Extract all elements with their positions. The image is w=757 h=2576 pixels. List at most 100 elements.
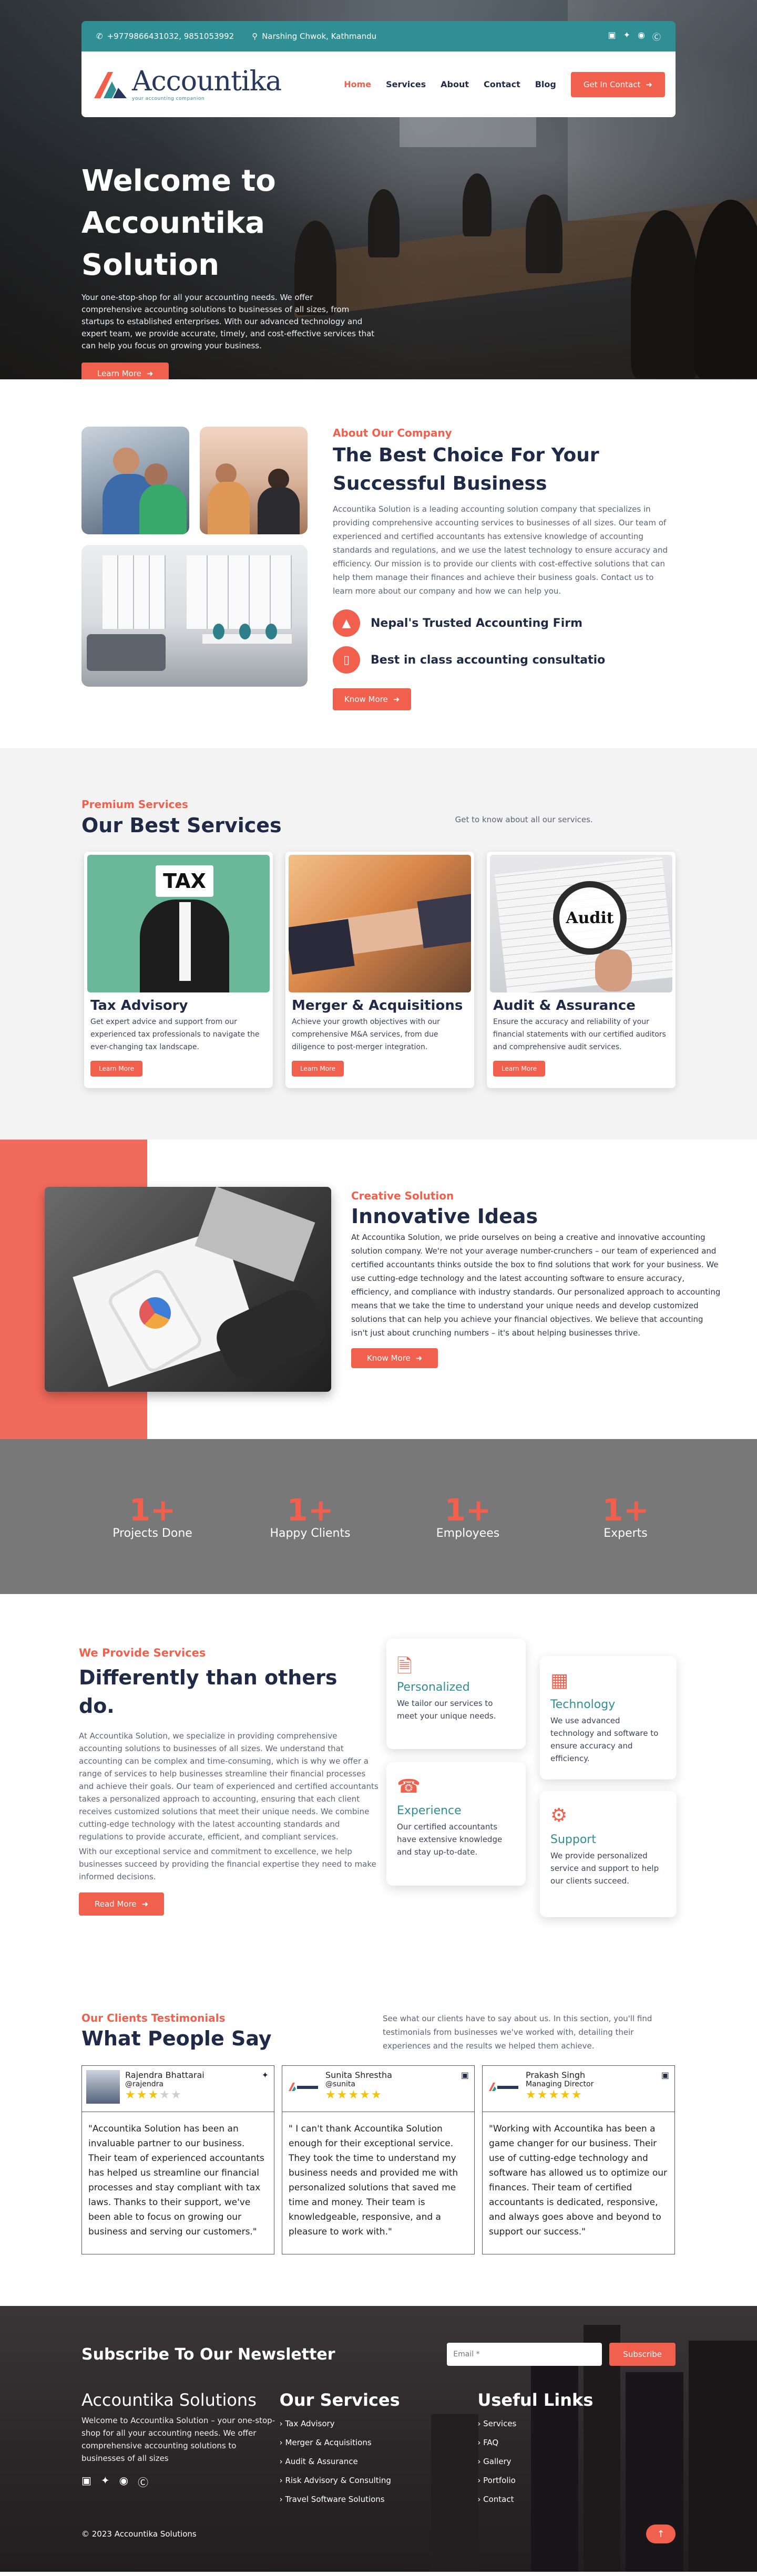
get-in-contact-button[interactable]: Get In Contact ➜ xyxy=(570,71,665,97)
avatar xyxy=(287,2070,320,2104)
star-rating: ★★★★★ xyxy=(325,2088,383,2102)
footer-link[interactable]: › Travel Software Solutions xyxy=(280,2490,478,2509)
nav-about[interactable]: About xyxy=(441,79,469,89)
testimonial-quote: "Accountika Solution has been an invalua… xyxy=(88,2124,264,2237)
instagram-icon[interactable]: ◉ xyxy=(638,30,645,43)
footer-link[interactable]: › Risk Advisory & Consulting xyxy=(280,2471,478,2490)
about-feature-label: Best in class accounting consultatio xyxy=(371,653,606,667)
innovative-know-more-button[interactable]: Know More ➜ xyxy=(351,1348,438,1368)
arrow-right-icon: ➜ xyxy=(646,79,652,89)
innovative-title: Innovative Ideas xyxy=(351,1205,538,1228)
testimonials-grid: Rajendra Bhattarai @rajendra ★★★★★ ✦ "Ac… xyxy=(81,2065,676,2254)
office-photo-image xyxy=(200,427,308,534)
footer-link-label: Portfolio xyxy=(483,2476,516,2485)
skype-icon[interactable]: Ⓒ xyxy=(652,30,661,43)
innovative-body: At Accountika Solution, we pride ourselv… xyxy=(351,1233,721,1338)
nav-contact[interactable]: Contact xyxy=(484,79,520,89)
feature-card: 🗎 Personalized We tailor our services to… xyxy=(386,1639,526,1749)
feature-title: Personalized xyxy=(397,1681,470,1694)
footer-link[interactable]: › Merger & Acquisitions xyxy=(280,2433,478,2452)
feature-description: We provide personalized service and supp… xyxy=(550,1851,659,1886)
stat-label: Experts xyxy=(603,1527,648,1540)
footer-link[interactable]: › Audit & Assurance xyxy=(280,2452,478,2471)
service-card: Audit Audit & Assurance Ensure the accur… xyxy=(487,852,676,1088)
services-cards: TAX Tax Advisory Get expert advice and s… xyxy=(81,852,676,1088)
footer-columns: Accountika Solutions Welcome to Accounti… xyxy=(81,2390,676,2509)
chevron-right-icon: › xyxy=(477,2438,484,2447)
email-field[interactable] xyxy=(447,2343,602,2366)
footer-link[interactable]: › Services xyxy=(477,2414,676,2433)
stat-label: Happy Clients xyxy=(270,1527,351,1540)
footer-about-text: Welcome to Accountika Solution – your on… xyxy=(81,2416,275,2463)
stat-item: 1+ Experts xyxy=(547,1493,704,1540)
footer-link[interactable]: › Gallery xyxy=(477,2452,676,2471)
location-text: Narshing Chwok, Kathmandu xyxy=(262,32,377,41)
twitter-icon[interactable]: ✦ xyxy=(262,2070,269,2080)
stat-value: 1+ xyxy=(287,1492,334,1528)
arrow-up-icon: ↑ xyxy=(657,2528,665,2540)
read-more-button[interactable]: Read More ➜ xyxy=(79,1892,165,1916)
stat-label: Projects Done xyxy=(112,1527,192,1540)
services-header: Premium Services Our Best Services Get t… xyxy=(81,798,676,840)
about-know-more-label: Know More xyxy=(344,695,388,704)
chevron-right-icon: › xyxy=(279,2457,285,2466)
facebook-icon[interactable]: ▣ xyxy=(608,30,616,43)
footer-link-label: Contact xyxy=(483,2495,514,2504)
hero-learn-more-button[interactable]: Learn More ➜ xyxy=(81,363,169,379)
service-learn-more-button[interactable]: Learn More xyxy=(90,1061,143,1077)
service-title: Tax Advisory xyxy=(90,998,188,1013)
feature-title: Support xyxy=(550,1833,596,1846)
main-navbar: Accountika your accounting companion Hom… xyxy=(81,51,676,117)
different-section: We Provide Services Differently than oth… xyxy=(0,1594,757,1962)
avatar xyxy=(86,2070,120,2104)
brand-logo[interactable]: Accountika your accounting companion xyxy=(92,68,282,101)
nav-blog[interactable]: Blog xyxy=(535,79,556,89)
footer-links-title: Useful Links xyxy=(477,2390,594,2410)
feature-title: Technology xyxy=(550,1698,616,1711)
social-links: ▣ ✦ ◉ Ⓒ xyxy=(608,30,661,43)
footer-link-label: Travel Software Solutions xyxy=(285,2495,385,2504)
about-know-more-button[interactable]: Know More ➜ xyxy=(333,688,412,710)
footer-useful-links: Useful Links › Services › FAQ › Gallery … xyxy=(477,2390,676,2509)
service-title: Audit & Assurance xyxy=(493,998,636,1013)
different-body: At Accountika Solution, we specialize in… xyxy=(79,1731,378,1842)
twitter-icon[interactable]: ✦ xyxy=(623,30,630,43)
footer-link-label: Merger & Acquisitions xyxy=(285,2438,372,2447)
footer-link[interactable]: › Tax Advisory xyxy=(280,2414,478,2433)
testimonial-card: Prakash Singh Managing Director ★★★★★ ▣ … xyxy=(482,2065,675,2254)
facebook-icon[interactable]: ▣ xyxy=(661,2070,669,2080)
service-learn-more-button[interactable]: Learn More xyxy=(493,1061,546,1077)
service-card: Merger & Acquisitions Achieve your growt… xyxy=(285,852,474,1088)
back-to-top-button[interactable]: ↑ xyxy=(646,2525,676,2543)
testimonial-author: Sunita Shrestha @sunita ★★★★★ xyxy=(325,2070,392,2102)
feature-card: ⚙ Support We provide personalized servic… xyxy=(540,1791,677,1917)
logo-mark-icon xyxy=(289,2083,318,2091)
nav-home[interactable]: Home xyxy=(344,79,371,89)
hero-content: Welcome to Accountika Solution Your one-… xyxy=(81,160,376,379)
service-title: Merger & Acquisitions xyxy=(292,998,463,1013)
different-eyebrow: We Provide Services xyxy=(79,1647,206,1659)
about-image-collage xyxy=(81,427,308,689)
nav-services[interactable]: Services xyxy=(386,79,426,89)
phone-info[interactable]: ✆ +9779866431032, 9851053992 xyxy=(96,32,234,41)
author-name: Prakash Singh xyxy=(526,2070,586,2080)
footer-link[interactable]: › FAQ xyxy=(477,2433,676,2452)
subscribe-button[interactable]: Subscribe xyxy=(609,2343,676,2366)
facebook-icon[interactable]: ▣ xyxy=(81,2474,91,2489)
twitter-icon[interactable]: ✦ xyxy=(101,2474,110,2489)
facebook-icon[interactable]: ▣ xyxy=(461,2070,469,2080)
service-learn-more-button[interactable]: Learn More xyxy=(292,1061,344,1077)
arrow-right-icon: ➜ xyxy=(415,1353,423,1363)
arrow-right-icon: ➜ xyxy=(146,369,154,378)
star-rating: ★★★★★ xyxy=(526,2088,583,2102)
stat-value: 1+ xyxy=(129,1492,176,1528)
footer-about: Accountika Solutions Welcome to Accounti… xyxy=(81,2390,280,2509)
service-description: Get expert advice and support from our e… xyxy=(90,1018,260,1051)
footer-link[interactable]: › Contact xyxy=(477,2490,676,2509)
instagram-icon[interactable]: ◉ xyxy=(119,2474,128,2489)
author-handle: @rajendra xyxy=(125,2080,163,2088)
footer-services: Our Services › Tax Advisory › Merger & A… xyxy=(280,2390,478,2509)
testimonial-card: Rajendra Bhattarai @rajendra ★★★★★ ✦ "Ac… xyxy=(81,2065,274,2254)
skype-icon[interactable]: Ⓒ xyxy=(138,2474,148,2489)
footer-link[interactable]: › Portfolio xyxy=(477,2471,676,2490)
